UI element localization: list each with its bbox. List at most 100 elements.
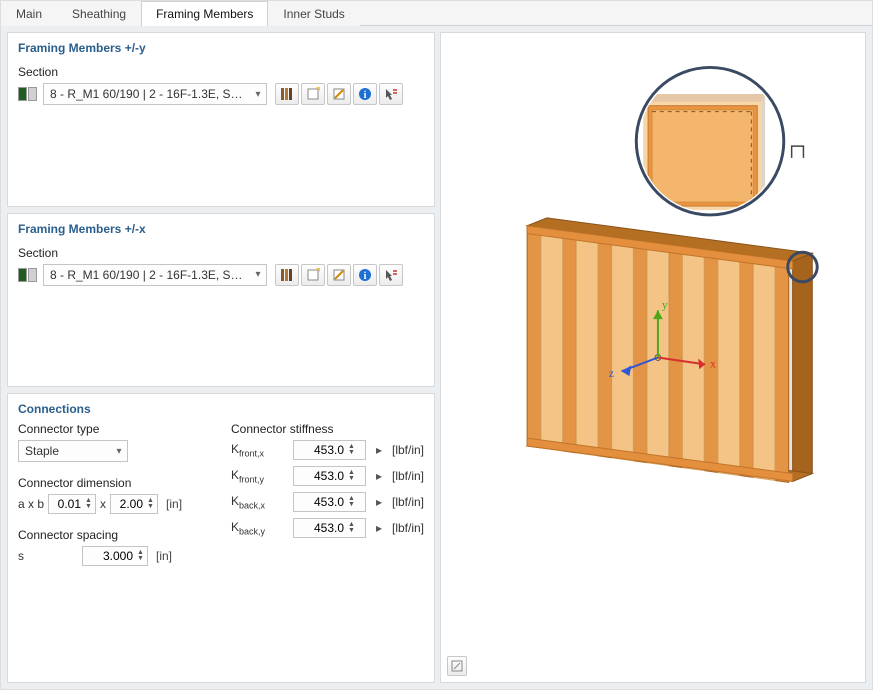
stiffness-apply-button[interactable]: ▸	[372, 442, 386, 458]
panel-framing-y: Framing Members +/-y Section 8 - R_M1 60…	[7, 32, 435, 207]
new-item-icon	[306, 87, 320, 101]
pick-icon	[384, 87, 398, 101]
info-button[interactable]: i	[353, 264, 377, 286]
detail-callout-bubble	[636, 67, 803, 215]
axis-x-label: x	[710, 356, 716, 370]
chevron-down-icon[interactable]: ▾	[250, 89, 266, 100]
stiffness-row-label: Kfront,x	[231, 442, 287, 458]
reset-view-button[interactable]	[447, 656, 467, 676]
chevron-down-icon[interactable]: ▾	[111, 446, 127, 457]
stiffness-row-label: Kback,y	[231, 520, 287, 536]
content-area: Framing Members +/-y Section 8 - R_M1 60…	[1, 26, 872, 689]
framing-x-color-swatches[interactable]	[18, 268, 37, 282]
stiffness-apply-button[interactable]: ▸	[372, 468, 386, 484]
connector-type-label: Connector type	[18, 422, 211, 436]
spacing-input[interactable]	[83, 549, 135, 563]
spinner-buttons[interactable]: ▲▼	[346, 444, 358, 456]
connector-spacing-row: s ▲▼ [in]	[18, 546, 211, 566]
dimension-a-input[interactable]	[49, 497, 83, 511]
stiffness-apply-button[interactable]: ▸	[372, 520, 386, 536]
framing-y-section-value: 8 - R_M1 60/190 | 2 - 16F-1.3E, Softwo…	[44, 87, 250, 101]
connector-spacing-label: Connector spacing	[18, 528, 211, 542]
stiffness-spinner[interactable]: ▲▼	[293, 492, 366, 512]
stiffness-input[interactable]	[294, 443, 346, 457]
spacing-spinner[interactable]: ▲▼	[82, 546, 148, 566]
pick-button[interactable]	[379, 83, 403, 105]
tab-inner-studs[interactable]: Inner Studs	[268, 1, 359, 26]
reset-view-icon	[451, 660, 463, 672]
stiffness-spinner[interactable]: ▲▼	[293, 466, 366, 486]
viewport-panel: x y z	[440, 32, 866, 683]
dimension-a-spinner[interactable]: ▲▼	[48, 494, 96, 514]
tab-sheathing[interactable]: Sheathing	[57, 1, 141, 26]
framing-y-section-label: Section	[18, 65, 424, 79]
stiffness-row-label: Kback,x	[231, 494, 287, 510]
stiffness-input[interactable]	[294, 521, 346, 535]
swatch-light-icon[interactable]	[28, 268, 37, 282]
library-icon	[280, 268, 294, 282]
framing-y-toolbar: i	[275, 83, 403, 105]
viewport-3d[interactable]: x y z	[441, 33, 865, 682]
panel-connections-title: Connections	[18, 402, 424, 416]
new-item-icon	[306, 268, 320, 282]
panel-framing-x-title: Framing Members +/-x	[18, 222, 424, 236]
spinner-buttons[interactable]: ▲▼	[346, 522, 358, 534]
dimension-b-spinner[interactable]: ▲▼	[110, 494, 158, 514]
stiffness-unit: [lbf/in]	[392, 469, 424, 483]
framing-y-section-combo[interactable]: 8 - R_M1 60/190 | 2 - 16F-1.3E, Softwo… …	[43, 83, 267, 105]
new-button[interactable]	[301, 264, 325, 286]
stiffness-spinner[interactable]: ▲▼	[293, 518, 366, 538]
connector-type-combo[interactable]: Staple ▾	[18, 440, 128, 462]
connector-type-value: Staple	[19, 444, 111, 458]
left-column: Framing Members +/-y Section 8 - R_M1 60…	[7, 32, 435, 683]
swatch-dark-icon[interactable]	[18, 268, 27, 282]
stiffness-row-label: Kfront,y	[231, 468, 287, 484]
edit-button[interactable]	[327, 264, 351, 286]
svg-text:i: i	[364, 90, 367, 101]
swatch-light-icon[interactable]	[28, 87, 37, 101]
panel-framing-y-title: Framing Members +/-y	[18, 41, 424, 55]
svg-text:i: i	[364, 271, 367, 282]
spinner-buttons[interactable]: ▲▼	[135, 550, 147, 562]
stiffness-table: Kfront,x ▲▼ ▸ [lbf/in] Kfront,y ▲▼ ▸ [lbf/in] Kb…	[231, 440, 424, 538]
axis-z-label: z	[609, 366, 614, 380]
stiffness-input[interactable]	[294, 469, 346, 483]
stiffness-apply-button[interactable]: ▸	[372, 494, 386, 510]
framing-y-section-row: 8 - R_M1 60/190 | 2 - 16F-1.3E, Softwo… …	[18, 83, 424, 105]
framing-y-color-swatches[interactable]	[18, 87, 37, 101]
staple-icon	[792, 146, 804, 158]
spinner-buttons[interactable]: ▲▼	[83, 498, 95, 510]
library-button[interactable]	[275, 264, 299, 286]
tab-framing-members[interactable]: Framing Members	[141, 1, 268, 26]
spinner-buttons[interactable]: ▲▼	[346, 470, 358, 482]
swatch-dark-icon[interactable]	[18, 87, 27, 101]
framing-x-section-combo[interactable]: 8 - R_M1 60/190 | 2 - 16F-1.3E, Softwo… …	[43, 264, 267, 286]
stiffness-unit: [lbf/in]	[392, 521, 424, 535]
connections-grid: Connector type Staple ▾ Connector dimens…	[18, 422, 424, 566]
library-icon	[280, 87, 294, 101]
tab-main[interactable]: Main	[1, 1, 57, 26]
app-root: Main Sheathing Framing Members Inner Stu…	[0, 0, 873, 690]
stiffness-spinner[interactable]: ▲▼	[293, 440, 366, 460]
stiffness-input[interactable]	[294, 495, 346, 509]
library-button[interactable]	[275, 83, 299, 105]
chevron-down-icon[interactable]: ▾	[250, 269, 266, 280]
dimension-unit: [in]	[166, 497, 182, 511]
info-icon: i	[358, 268, 372, 282]
info-button[interactable]: i	[353, 83, 377, 105]
dimension-b-input[interactable]	[111, 497, 145, 511]
spinner-buttons[interactable]: ▲▼	[346, 496, 358, 508]
framing-x-section-label: Section	[18, 246, 424, 260]
pick-button[interactable]	[379, 264, 403, 286]
connector-dimension-row: a x b ▲▼ x ▲▼ [in]	[18, 494, 211, 514]
pick-icon	[384, 268, 398, 282]
edit-button[interactable]	[327, 83, 351, 105]
connections-right-col: Connector stiffness Kfront,x▲▼▸[lbf/in]K…	[231, 422, 424, 566]
s-label: s	[18, 549, 30, 563]
connections-left-col: Connector type Staple ▾ Connector dimens…	[18, 422, 211, 566]
new-button[interactable]	[301, 83, 325, 105]
spinner-buttons[interactable]: ▲▼	[145, 498, 157, 510]
stiffness-unit: [lbf/in]	[392, 443, 424, 457]
edit-item-icon	[332, 268, 346, 282]
edit-item-icon	[332, 87, 346, 101]
